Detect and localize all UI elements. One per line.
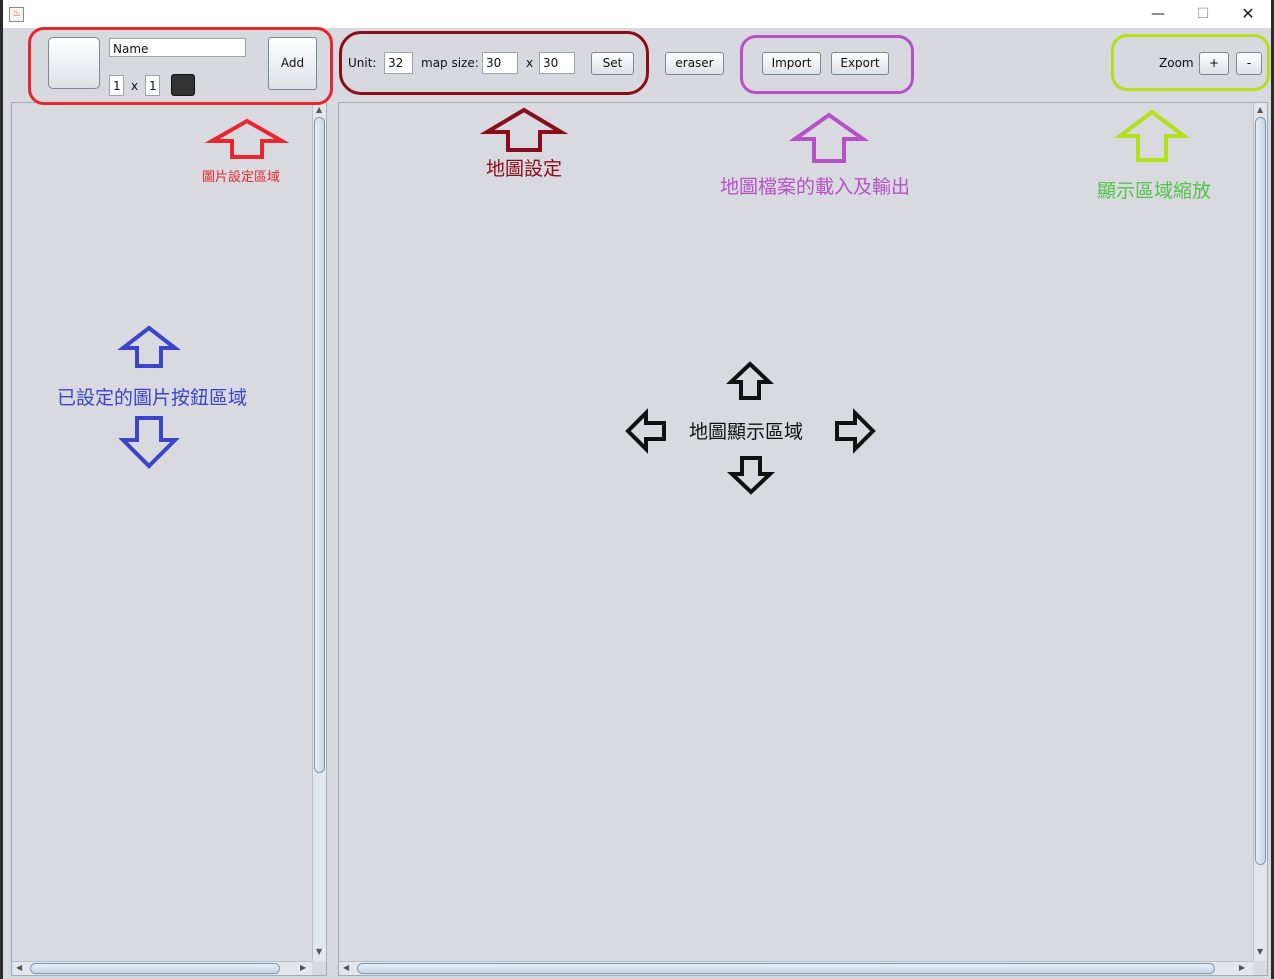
image-settings-highlight bbox=[28, 27, 333, 105]
arrow-right-icon bbox=[835, 408, 876, 454]
scroll-left-arrow-icon[interactable]: ◀ bbox=[343, 963, 349, 973]
arrow-up-icon bbox=[117, 325, 181, 368]
arrow-up-icon bbox=[788, 112, 870, 163]
scroll-right-arrow-icon[interactable]: ▶ bbox=[300, 963, 306, 973]
arrow-down-icon bbox=[726, 456, 776, 495]
minimize-button[interactable]: — bbox=[1135, 0, 1181, 28]
map-settings-caption: 地圖設定 bbox=[486, 158, 563, 180]
image-panel-horizontal-scrollbar[interactable]: ◀ ▶ bbox=[12, 961, 312, 975]
scrollbar-thumb[interactable] bbox=[314, 117, 325, 773]
zoom-area-caption: 顯示區域縮放 bbox=[1097, 180, 1212, 202]
scrollbar-thumb[interactable] bbox=[357, 963, 1215, 974]
image-buttons-panel[interactable]: ▲ ▼ ◀ ▶ bbox=[11, 102, 327, 976]
scrollbar-thumb[interactable] bbox=[1255, 117, 1266, 865]
scroll-up-arrow-icon[interactable]: ▲ bbox=[316, 105, 322, 115]
arrow-up-icon bbox=[725, 361, 775, 400]
arrow-up-icon bbox=[479, 107, 569, 152]
map-vertical-scrollbar[interactable]: ▲ ▼ bbox=[1253, 103, 1267, 961]
maximize-button[interactable]: ☐ bbox=[1180, 0, 1226, 28]
map-settings-highlight bbox=[339, 31, 649, 95]
image-panel-vertical-scrollbar[interactable]: ▲ ▼ bbox=[312, 103, 326, 961]
scrollbar-thumb[interactable] bbox=[30, 963, 280, 974]
scroll-up-arrow-icon[interactable]: ▲ bbox=[1257, 105, 1263, 115]
image-buttons-area-caption: 已設定的圖片按鈕區域 bbox=[57, 387, 248, 409]
map-file-io-caption: 地圖檔案的載入及輸出 bbox=[720, 176, 911, 198]
zoom-highlight bbox=[1111, 34, 1270, 91]
scroll-down-arrow-icon[interactable]: ▼ bbox=[316, 947, 322, 957]
scroll-down-arrow-icon[interactable]: ▼ bbox=[1257, 947, 1263, 957]
arrow-down-icon bbox=[118, 416, 180, 469]
map-display-area-caption: 地圖顯示區域 bbox=[689, 421, 804, 443]
arrow-up-icon bbox=[204, 118, 290, 159]
close-button[interactable]: ✕ bbox=[1225, 0, 1271, 28]
arrow-left-icon bbox=[625, 408, 666, 454]
file-io-highlight bbox=[740, 35, 914, 94]
map-horizontal-scrollbar[interactable]: ◀ ▶ bbox=[339, 961, 1253, 975]
map-display-panel[interactable]: ▲ ▼ ◀ ▶ bbox=[338, 102, 1268, 976]
eraser-button[interactable]: eraser bbox=[665, 52, 724, 75]
scroll-left-arrow-icon[interactable]: ◀ bbox=[16, 963, 22, 973]
app-window: ♨ — ☐ ✕ Name 1 x 1 Add Unit: 32 map size… bbox=[3, 0, 1271, 979]
java-cup-icon: ♨ bbox=[9, 7, 24, 22]
arrow-up-icon bbox=[1114, 109, 1190, 162]
image-settings-area-caption: 圖片設定區域 bbox=[202, 170, 281, 185]
title-bar: ♨ — ☐ ✕ bbox=[3, 0, 1271, 28]
scroll-right-arrow-icon[interactable]: ▶ bbox=[1239, 963, 1245, 973]
